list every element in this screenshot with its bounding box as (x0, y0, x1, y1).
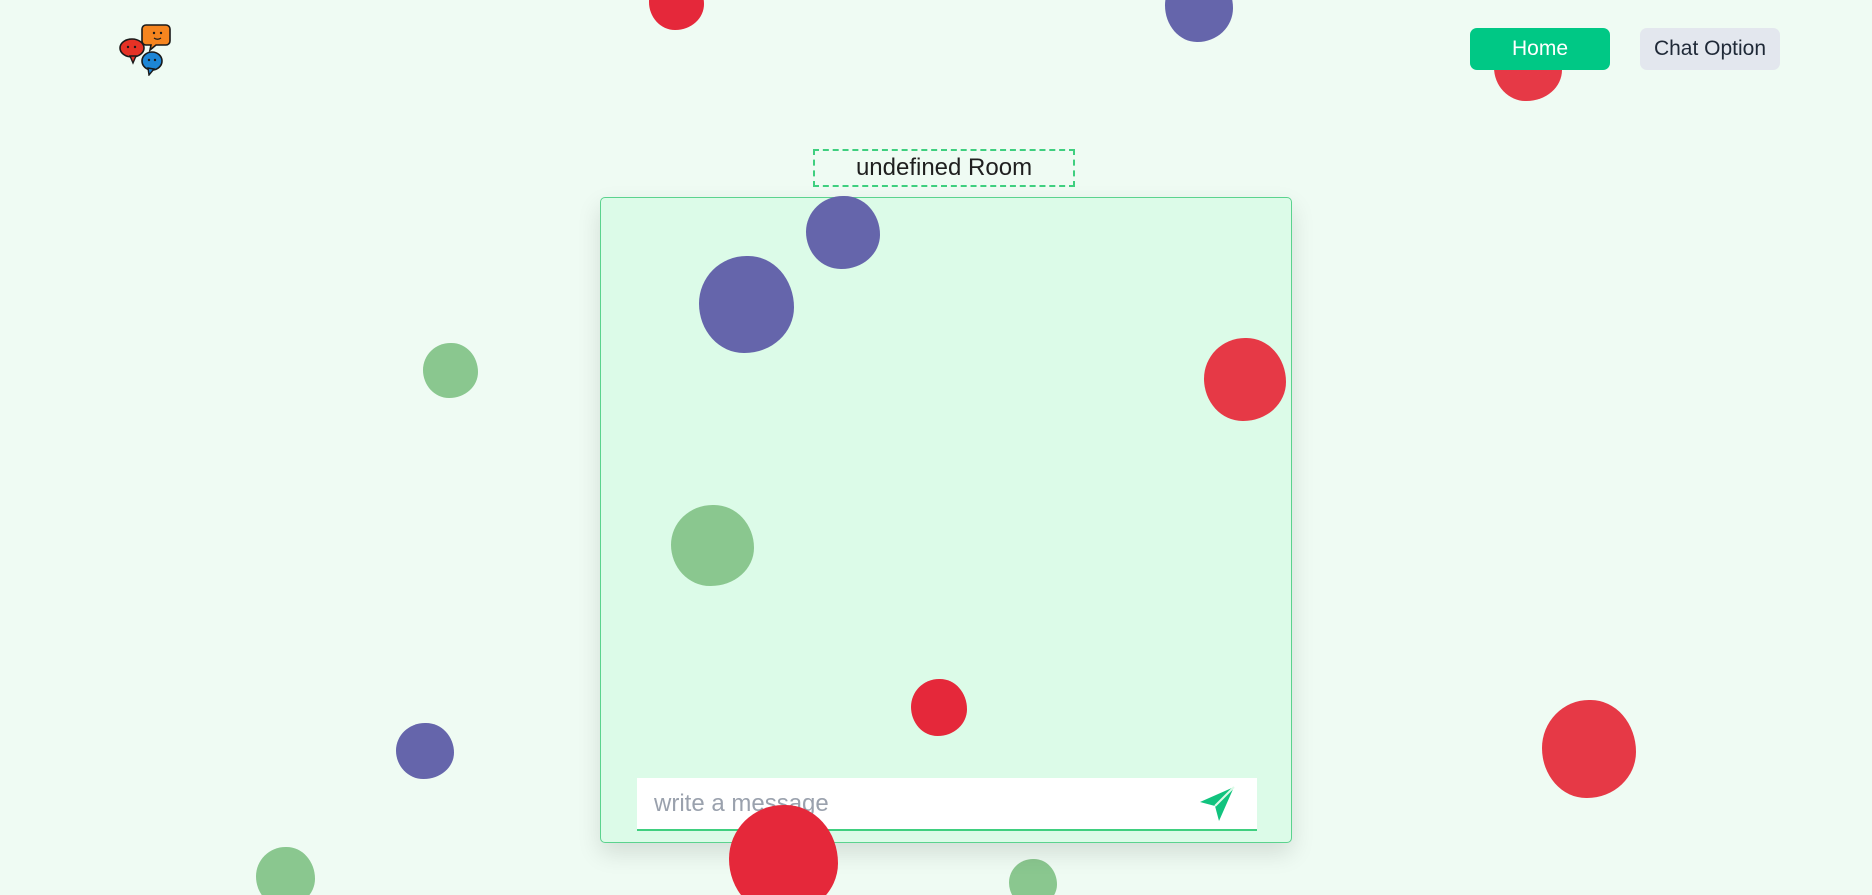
decorative-blob (806, 196, 880, 269)
page: Home Chat Option undefined Room (0, 0, 1872, 895)
chat-option-button[interactable]: Chat Option (1640, 28, 1780, 70)
decorative-blob (1009, 859, 1057, 895)
message-input[interactable] (637, 777, 1187, 830)
top-nav: Home Chat Option (1470, 28, 1780, 70)
send-button[interactable] (1187, 778, 1247, 829)
decorative-blob (1542, 700, 1636, 798)
home-button[interactable]: Home (1470, 28, 1610, 70)
decorative-blob (1204, 338, 1286, 421)
decorative-blob (256, 847, 315, 895)
chat-bubbles-icon (119, 24, 171, 77)
decorative-blob (671, 505, 754, 586)
decorative-blob (911, 679, 967, 736)
decorative-blob (1165, 0, 1233, 42)
decorative-blob (649, 0, 704, 30)
paper-plane-icon (1200, 785, 1235, 821)
room-title: undefined Room (813, 149, 1075, 187)
decorative-blob (699, 256, 794, 353)
message-composer (637, 777, 1257, 831)
decorative-blob (396, 723, 454, 779)
decorative-blob (423, 343, 478, 398)
app-logo[interactable] (118, 22, 174, 77)
